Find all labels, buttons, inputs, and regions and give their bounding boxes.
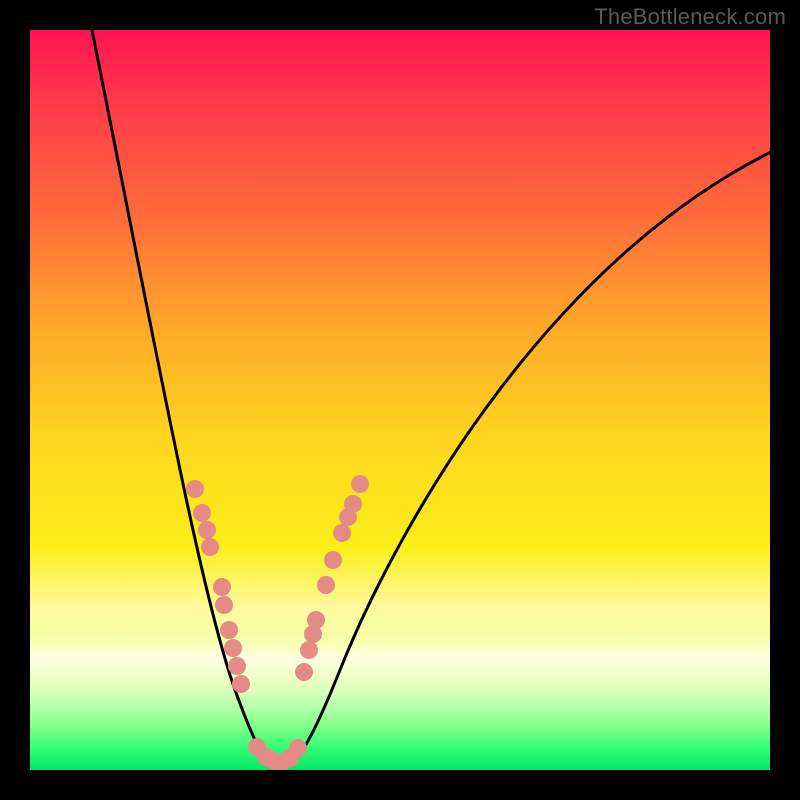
dots-right-branch [295,475,369,681]
gradient-plot-area [30,30,770,770]
data-point [186,480,204,498]
data-point [213,578,231,596]
data-point [228,657,246,675]
data-point [201,538,219,556]
data-point [198,521,216,539]
data-point [351,475,369,493]
data-point [295,663,313,681]
outer-frame: TheBottleneck.com [0,0,800,800]
data-point [220,621,238,639]
bottleneck-curve-svg [30,30,770,770]
data-point [289,739,307,757]
bottleneck-curve [90,30,770,768]
data-point [300,641,318,659]
dots-bottom-cluster [248,738,307,770]
data-point [215,596,233,614]
data-point [339,508,357,526]
data-point [193,504,211,522]
data-point [224,639,242,657]
data-point [324,551,342,569]
watermark-label: TheBottleneck.com [594,4,786,30]
data-point [333,524,351,542]
data-point [304,625,322,643]
data-point [317,576,335,594]
dots-left-branch [186,480,250,693]
data-point [232,675,250,693]
